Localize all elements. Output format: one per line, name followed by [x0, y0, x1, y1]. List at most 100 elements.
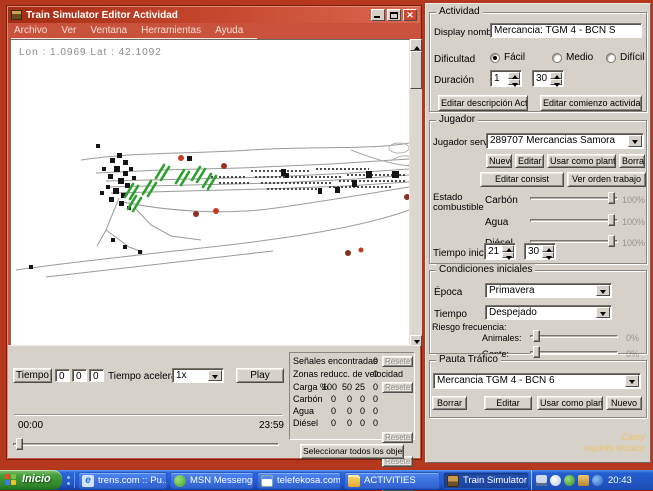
vertical-scrollbar[interactable]: [410, 39, 422, 347]
load-col-0: 0: [366, 382, 378, 392]
menu-ver[interactable]: Ver: [61, 25, 76, 36]
reset-coal-button[interactable]: Resetear: [382, 432, 413, 443]
menu-ayuda[interactable]: Ayuda: [215, 25, 243, 36]
service-new-button[interactable]: Nuevo: [486, 154, 512, 168]
acceleration-value: 1x: [176, 370, 187, 381]
reset-signals-button[interactable]: Resetear: [382, 356, 413, 367]
spin-down-icon[interactable]: [508, 79, 520, 86]
slider-thumb[interactable]: [608, 214, 615, 226]
duration-minutes-spinner[interactable]: 30: [532, 70, 564, 87]
load-col-25: 25: [353, 382, 365, 392]
play-button[interactable]: Play: [236, 368, 284, 383]
dropdown-arrow-icon[interactable]: [625, 375, 639, 387]
taskbar-item-trens[interactable]: e trens.com :: Pu...: [78, 472, 167, 489]
time-minutes-field[interactable]: 0: [72, 369, 87, 382]
acceleration-select[interactable]: 1x: [172, 368, 224, 383]
season-select[interactable]: Primavera: [485, 283, 612, 298]
duration-minutes-value: 30: [536, 73, 547, 84]
track-lines: [16, 143, 409, 277]
windows-flag-icon: [5, 474, 17, 486]
edit-consist-button[interactable]: Editar consist: [480, 172, 564, 187]
slogan-line-2: espíritu técnico: [584, 443, 645, 454]
title-bar[interactable]: Train Simulator Editor Actividad ✕: [8, 7, 420, 23]
tray-clock: 20:43: [608, 475, 632, 486]
close-button[interactable]: ✕: [403, 9, 417, 21]
select-all-objects-button[interactable]: Seleccionar todos los objetos tipo: [300, 444, 404, 459]
edit-start-button[interactable]: Editar comienzo actividad: [540, 95, 642, 111]
menu-herramientas[interactable]: Herramientas: [141, 25, 201, 36]
view-work-order-button[interactable]: Ver orden trabajo: [567, 172, 646, 187]
start-minute-spinner[interactable]: 30: [524, 243, 556, 260]
duration-hours-spinner[interactable]: 1: [490, 70, 522, 87]
zones-label: Zonas reducc. de velocidad: [293, 369, 403, 379]
taskbar-item-activities[interactable]: ACTIVITIES: [344, 472, 440, 489]
task-label: telefekosa.com-...: [277, 475, 341, 486]
hazard-people-value: 0%: [626, 349, 639, 359]
slider-thumb[interactable]: [608, 235, 615, 247]
weather-select[interactable]: Despejado: [485, 305, 612, 320]
time-button[interactable]: Tiempo: [13, 368, 52, 383]
tray-home-icon[interactable]: [578, 475, 589, 486]
service-edit-button[interactable]: Editar: [515, 154, 544, 168]
spin-down-icon[interactable]: [542, 252, 554, 259]
activity-group: Actividad Display nombre Mercancia: TGM …: [429, 12, 647, 112]
service-delete-button[interactable]: Borrar: [619, 154, 645, 168]
taskbar-item-msn[interactable]: MSN Messenger: [170, 472, 254, 489]
traffic-pattern-select[interactable]: Mercancia TGM 4 - BCN 6: [433, 373, 641, 389]
slider-thumb[interactable]: [608, 192, 615, 204]
scroll-up-icon[interactable]: [410, 39, 422, 51]
coordinates-readout: Lon : 1.0969 Lat : 42.1092: [19, 47, 162, 58]
radio-medio[interactable]: Medio: [552, 52, 593, 63]
hazard-animals-value: 0%: [626, 333, 639, 343]
player-group-label: Jugador: [436, 114, 478, 125]
timeline-slider-thumb[interactable]: [16, 438, 23, 450]
start-button-label: Inicio: [22, 473, 51, 485]
player-service-select[interactable]: 289707 Mercancias Samora: [486, 133, 644, 149]
hazard-animals-slider[interactable]: [530, 330, 618, 343]
radio-dificil[interactable]: Difícil: [606, 52, 644, 63]
difficulty-label: Dificultad: [434, 54, 475, 65]
slider-thumb[interactable]: [533, 330, 540, 342]
minimize-button[interactable]: [371, 9, 385, 21]
dropdown-arrow-icon[interactable]: [596, 285, 610, 296]
dropdown-arrow-icon[interactable]: [208, 370, 222, 381]
fuel-water-slider[interactable]: [530, 214, 618, 227]
time-seconds-field[interactable]: 0: [89, 369, 104, 382]
maximize-button[interactable]: [387, 9, 401, 21]
spin-down-icon[interactable]: [502, 252, 514, 259]
scrollbar-thumb[interactable]: [410, 51, 422, 89]
slogan-line-1: Camy: [584, 432, 645, 443]
tray-volume-icon[interactable]: [550, 475, 561, 486]
menu-archivo[interactable]: Archivo: [14, 25, 47, 36]
water-v4: 0: [366, 406, 378, 416]
quick-launch[interactable]: [64, 472, 75, 488]
service-template-button[interactable]: Usar como plantilla: [547, 154, 616, 168]
tray-network-icon[interactable]: [592, 475, 603, 486]
hazard-people-slider[interactable]: [530, 346, 618, 359]
tray-msn-icon[interactable]: [564, 475, 575, 486]
dropdown-arrow-icon[interactable]: [596, 307, 610, 318]
traffic-edit-button[interactable]: Editar: [484, 396, 532, 410]
spin-down-icon[interactable]: [550, 79, 562, 86]
slider-thumb[interactable]: [533, 346, 540, 358]
display-name-input[interactable]: Mercancia: TGM 4 - BCN S: [490, 23, 642, 38]
dropdown-arrow-icon[interactable]: [628, 135, 642, 147]
water-row-label: Agua: [293, 406, 314, 416]
map-canvas[interactable]: Lon : 1.0969 Lat : 42.1092: [10, 39, 410, 347]
season-label: Época: [434, 287, 462, 298]
start-button[interactable]: Inicio: [0, 470, 62, 490]
traffic-new-button[interactable]: Nuevo: [606, 396, 642, 410]
radio-facil[interactable]: Fácil: [490, 52, 525, 63]
start-hour-spinner[interactable]: 21: [484, 243, 516, 260]
coal-v3: 0: [353, 394, 365, 404]
timeline-slider[interactable]: [13, 438, 279, 451]
time-hours-field[interactable]: 0: [55, 369, 70, 382]
taskbar-item-train-simulator[interactable]: Train Simulator Ed...: [443, 472, 529, 489]
fuel-coal-slider[interactable]: [530, 192, 618, 205]
menu-ventana[interactable]: Ventana: [90, 25, 127, 36]
tray-display-icon[interactable]: [536, 475, 547, 486]
edit-description-button[interactable]: Editar descripción Activida: [438, 95, 528, 111]
traffic-delete-button[interactable]: Borrar: [432, 396, 467, 410]
traffic-template-button[interactable]: Usar como plantilla: [537, 396, 603, 410]
taskbar-item-web[interactable]: telefekosa.com-...: [257, 472, 341, 489]
